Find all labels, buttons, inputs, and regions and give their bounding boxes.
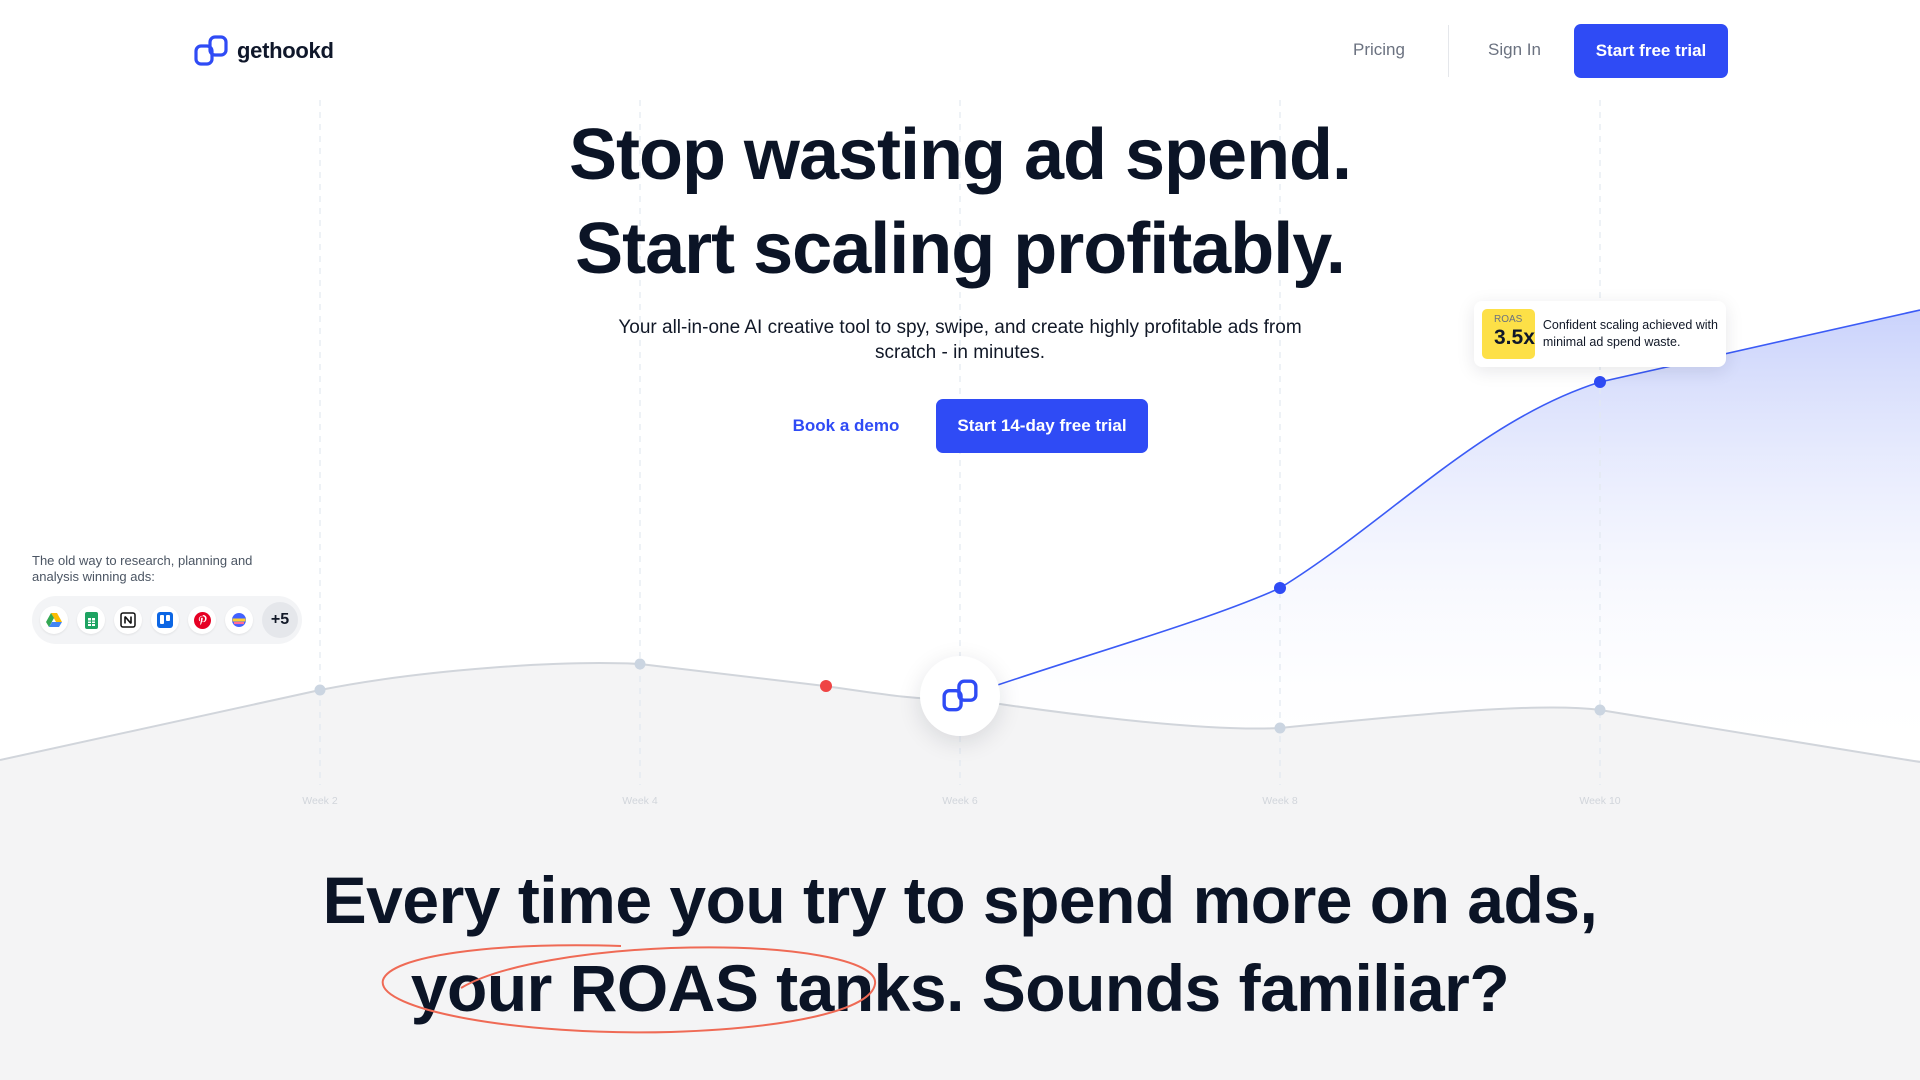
nav-pricing-link[interactable]: Pricing: [1353, 40, 1405, 60]
point-week-4: [634, 658, 646, 670]
google-sheets-icon: [77, 606, 105, 634]
top-nav: gethookd Pricing Sign In Start free tria…: [0, 0, 1920, 100]
problem-headline-line-2: your ROAS tanks . Sounds familiar?: [0, 944, 1920, 1034]
point-week-10-old: [1594, 704, 1606, 716]
problem-headline-line-1: Every time you try to spend more on ads,: [322, 863, 1598, 937]
link-logo-icon: [942, 679, 978, 712]
brand-logo[interactable]: gethookd: [193, 33, 334, 69]
roas-description: Confident scaling achieved with minimal …: [1542, 318, 1718, 349]
old-way-label: The old way to research, planning and an…: [32, 553, 253, 584]
week-label: Week 4: [622, 795, 658, 807]
more-tools-badge: +5: [262, 602, 298, 638]
problem-headline: Every time you try to spend more on ads,…: [0, 856, 1920, 1034]
point-roas-drop: [820, 680, 832, 692]
week-label: Week 2: [302, 795, 338, 807]
point-week-8-old: [1274, 722, 1286, 734]
point-week-2: [314, 684, 326, 696]
roas-badge: ROAS 3.5x: [1482, 309, 1535, 359]
link-logo-icon: [194, 35, 228, 66]
notion-icon: [114, 606, 142, 634]
brand-name: gethookd: [237, 38, 334, 63]
nav-divider: [1448, 25, 1449, 77]
roas-label: ROAS: [1494, 314, 1523, 325]
miro-icon: [225, 606, 253, 634]
week-label: Week 6: [942, 795, 978, 807]
pinterest-icon: [188, 606, 216, 634]
book-demo-button[interactable]: Book a demo: [780, 400, 912, 452]
roas-value: 3.5x: [1494, 326, 1535, 349]
hero-title-line-1: Stop wasting ad spend.: [568, 115, 1352, 195]
start-14-day-trial-button[interactable]: Start 14-day free trial: [936, 399, 1148, 453]
point-week-8-new: [1274, 582, 1286, 594]
headline-rest: . Sounds familiar?: [946, 951, 1510, 1025]
hero-subtitle: Your all-in-one AI creative tool to spy,…: [618, 317, 1302, 363]
circled-phrase: your ROAS tanks: [381, 944, 947, 1034]
point-week-10-new: [1594, 376, 1606, 388]
start-free-trial-button[interactable]: Start free trial: [1574, 24, 1728, 78]
trello-icon: [151, 606, 179, 634]
center-logo-badge: [920, 656, 1000, 736]
old-tools-list: +5: [32, 596, 302, 644]
hand-drawn-circle: [381, 944, 876, 1034]
growth-area: [960, 310, 1920, 760]
google-drive-icon: [40, 606, 68, 634]
nav-signin-link[interactable]: Sign In: [1488, 40, 1541, 60]
hero-title: Stop wasting ad spend. Start scaling pro…: [0, 108, 1920, 296]
landing-page: Week 2 Week 4 Week 6 Week 8 Week 10 geth…: [0, 0, 1920, 1080]
hero-title-line-2: Start scaling profitably.: [575, 209, 1346, 289]
roas-card: ROAS 3.5x Confident scaling achieved wit…: [1474, 301, 1726, 367]
week-label: Week 8: [1262, 795, 1298, 807]
week-label: Week 10: [1579, 795, 1620, 807]
